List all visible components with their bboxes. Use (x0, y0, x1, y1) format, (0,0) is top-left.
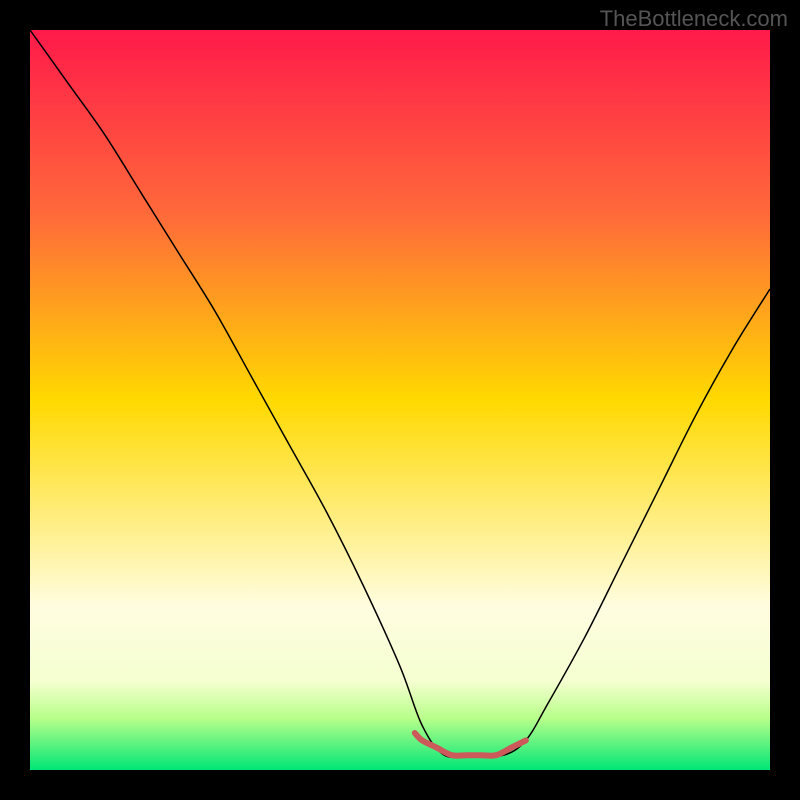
chart-container (30, 30, 770, 770)
watermark-text: TheBottleneck.com (600, 6, 788, 32)
chart-background (30, 30, 770, 770)
chart-svg (30, 30, 770, 770)
